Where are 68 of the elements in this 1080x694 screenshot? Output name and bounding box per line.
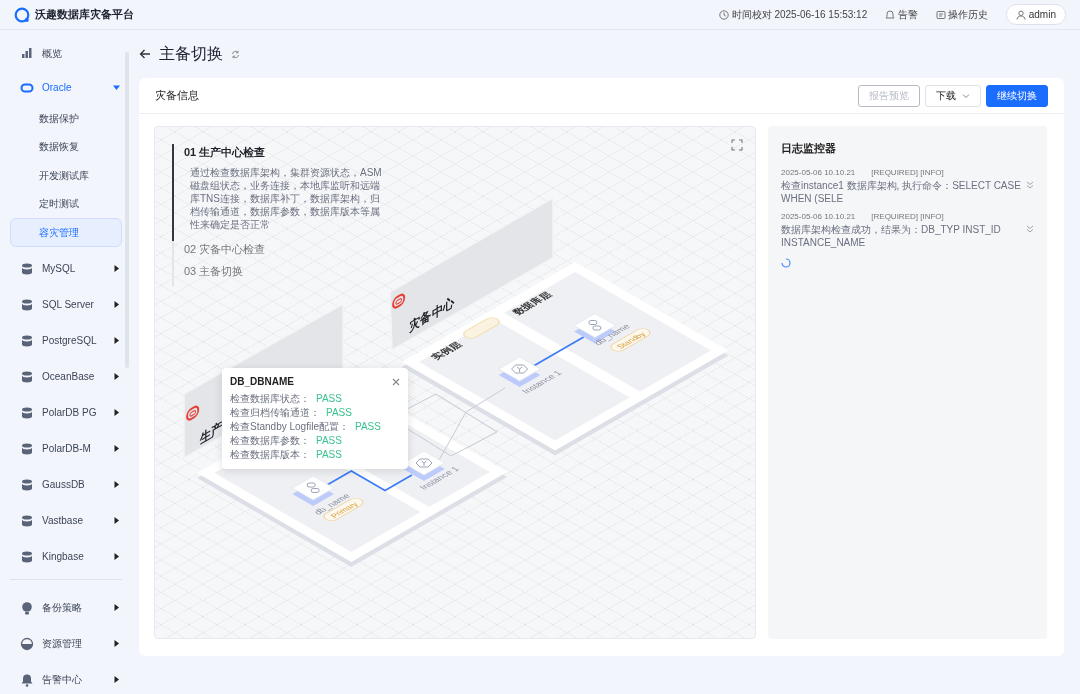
check-result: PASS (354, 419, 381, 434)
sidebar-item[interactable]: 告警中心 (0, 661, 125, 694)
site-title: 生产 (200, 419, 223, 447)
user-menu[interactable]: admin (1006, 4, 1066, 25)
sidebar-subitem[interactable]: 定时测试 (0, 189, 122, 218)
log-message: 检查instance1 数据库架构, 执行命令：SELECT CASE WHEN (SELE (781, 178, 1022, 205)
check-label: 检查归档传输通道： (230, 405, 320, 420)
continue-button[interactable]: 继续切换 (986, 84, 1048, 107)
sidebar-item[interactable]: GaussDB (0, 466, 125, 503)
ring-logo-icon (392, 291, 406, 311)
expand-icon[interactable] (731, 139, 743, 151)
sidebar-subitem[interactable]: 开发测试库 (0, 161, 122, 190)
log-time: 2025-05-06 10.10.21 (781, 210, 856, 223)
download-dropdown[interactable]: 下载 (925, 84, 981, 107)
sidebar-item[interactable]: PolarDB-M (0, 430, 125, 467)
log-level: [REQUIRED] [INFO] (871, 166, 944, 179)
logo-icon (14, 6, 30, 23)
sidebar-item[interactable]: Kingbase (0, 538, 125, 575)
sidebar-subitem[interactable]: 容灾管理 (10, 218, 122, 247)
section-title: 灾备信息 (155, 87, 199, 103)
sidebar-item[interactable]: 概览 (0, 35, 125, 71)
sidebar-item[interactable]: MySQL (0, 250, 125, 287)
tooltip-title: DB_DBNAME (230, 375, 294, 389)
refresh-icon[interactable] (231, 49, 240, 59)
sidebar-item[interactable]: OceanBase (0, 358, 125, 395)
time-text: 时间校对 2025-06-16 15:53:12 (731, 8, 868, 22)
sidebar-item[interactable]: Oracle (0, 71, 125, 104)
user-icon (1016, 9, 1027, 20)
double-chevron-icon[interactable] (1026, 225, 1034, 233)
check-result: PASS (316, 447, 342, 462)
log-time: 2025-05-06 10.10.21 (781, 166, 856, 179)
step-item[interactable]: 01 生产中心检查 通过检查数据库架构，集群资源状态，ASM磁盘组状态，业务连接，本地库监听和远端库TNS连接，数据库补丁，数据库架构，归档传输通道，数据库参数，数据库版本等属性来确定是否正常 (172, 144, 387, 241)
check-result: PASS (316, 391, 342, 406)
check-label: 检查数据库版本： (230, 447, 310, 462)
check-result: PASS (316, 433, 342, 448)
close-icon[interactable] (392, 377, 400, 386)
sidebar-item[interactable]: Vastbase (0, 502, 125, 539)
check-label: 检查Standby Logfile配置： (230, 419, 349, 434)
sidebar-item[interactable]: SQL Server (0, 286, 125, 323)
clock-icon (719, 9, 730, 20)
sidebar-subitem[interactable]: 数据保护 (0, 104, 122, 133)
sidebar-item[interactable]: 资源管理 (0, 625, 125, 662)
sidebar-item[interactable]: PolarDB PG (0, 394, 125, 431)
log-message: 数据库架构检查成功，结果为：DB_TYP INST_ID INSTANCE_NAME (781, 222, 1002, 249)
history-link[interactable]: 操作历史 (935, 7, 989, 22)
layer-label: 实例层 (428, 340, 465, 361)
check-result: PASS (326, 405, 352, 420)
page-title: 主备切换 (159, 44, 223, 64)
check-label: 检查数据库参数： (230, 433, 310, 448)
check-label: 检查数据库状态： (230, 391, 310, 406)
step-item[interactable]: 03 主备切换 (172, 263, 387, 286)
log-title: 日志监控器 (781, 141, 837, 156)
sidebar-subitem[interactable]: 数据恢复 (0, 132, 122, 161)
bell-icon (885, 9, 896, 20)
sidebar-item[interactable]: 备份策略 (0, 589, 125, 626)
log-level: [REQUIRED] [INFO] (871, 210, 944, 223)
step-item[interactable]: 02 灾备中心检查 (172, 240, 387, 263)
history-icon (935, 9, 946, 20)
chevron-down-icon (962, 91, 970, 100)
double-chevron-icon[interactable] (1026, 181, 1034, 189)
alarm-link[interactable]: 告警 (885, 7, 918, 22)
layer-label: 数据库层 (510, 290, 555, 316)
ring-logo-icon (186, 403, 200, 423)
site-title: 灾备中心 (409, 294, 455, 335)
back-arrow-icon[interactable] (139, 49, 151, 59)
sidebar-item[interactable]: PostgreSQL (0, 322, 125, 359)
step-description: 通过检查数据库架构，集群资源状态，ASM磁盘组状态，业务连接，本地库监听和远端库TNS连接，数据库补丁，数据库架构，归档传输通道，数据库参数，数据库版本等属性来确定是否正常 (189, 165, 383, 232)
app-title: 沃趣数据库灾备平台 (35, 7, 134, 23)
